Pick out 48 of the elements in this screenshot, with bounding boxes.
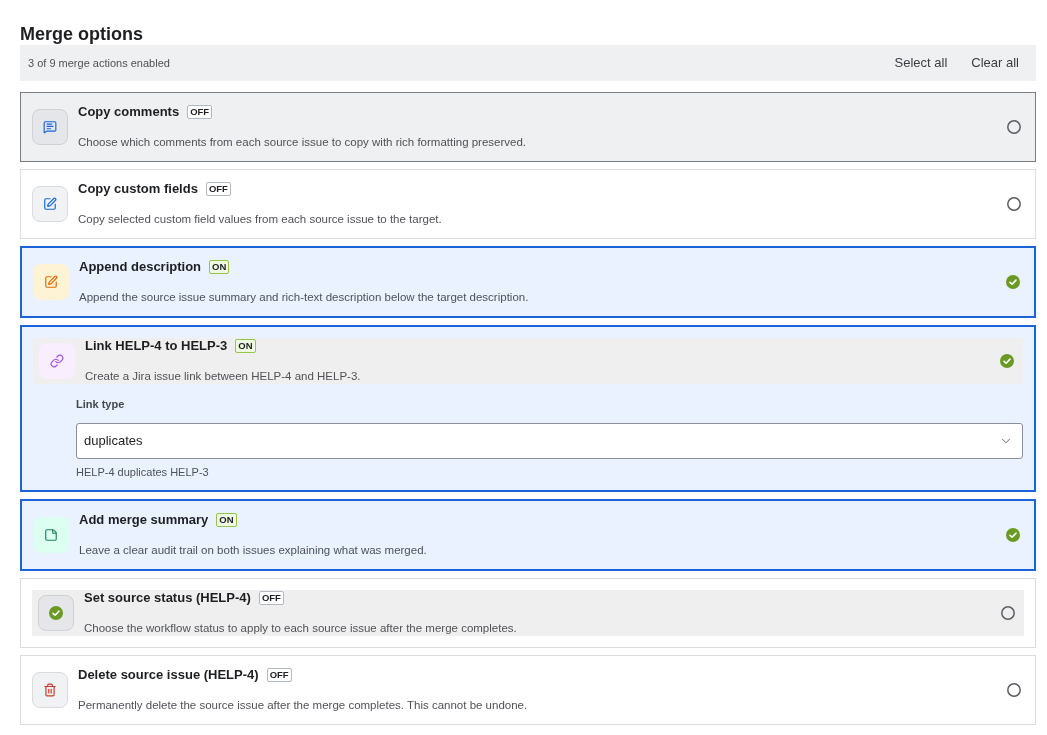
option-title: Copy custom fields	[78, 181, 198, 196]
option-card[interactable]: Copy custom fields OFF Copy selected custom field values from each source issue to the target.	[20, 169, 1036, 239]
status-badge: ON	[235, 338, 256, 353]
status-badge: OFF	[266, 667, 292, 682]
option-card[interactable]: Copy comments OFF Choose which comments from each source issue to copy with rich formatting preserved.	[20, 92, 1036, 162]
field-label: Link type	[76, 397, 126, 411]
link-icon	[39, 343, 75, 379]
option-title: Link HELP-4 to HELP-3	[85, 338, 228, 353]
option-title: Delete source issue (HELP-4)	[78, 667, 259, 682]
option-title: Set source status (HELP-4)	[84, 590, 251, 605]
option-description: Copy selected custom field values from each source issue to the target.	[78, 212, 443, 227]
status-badge: OFF	[258, 590, 284, 605]
option-card[interactable]: Set source status (HELP-4) OFF Choose the workflow status to apply to each source issue after the merge completes.	[20, 578, 1036, 648]
pencil-square-icon	[32, 186, 68, 222]
option-description: Create a Jira issue link between HELP-4 and HELP-3.	[85, 369, 362, 384]
radio-icon[interactable]	[1007, 197, 1021, 211]
status-badge: OFF	[205, 181, 231, 196]
option-card[interactable]: Delete source issue (HELP-4) OFF Permanently delete the source issue after the merge completes. This cannot be undone.	[20, 655, 1036, 725]
pencil-square-icon	[33, 264, 69, 300]
page-title: Merge options	[20, 23, 144, 45]
option-card[interactable]: Append description ON Append the source issue summary and rich-text description below the target description.	[20, 246, 1036, 318]
option-description: Choose the workflow status to apply to each source issue after the merge completes.	[84, 621, 518, 636]
radio-icon[interactable]	[1001, 606, 1015, 620]
check-circle-icon[interactable]	[1000, 354, 1014, 368]
check-circle-icon[interactable]	[1006, 275, 1020, 289]
helper-text: HELP-4 duplicates HELP-3	[76, 465, 210, 479]
note-icon	[33, 517, 69, 553]
option-description: Choose which comments from each source issue to copy with rich formatting preserved.	[78, 135, 528, 150]
option-description: Permanently delete the source issue after the merge completes. This cannot be undone.	[78, 698, 529, 713]
option-description: Leave a clear audit trail on both issues explaining what was merged.	[79, 543, 428, 558]
summary-text: 3 of 9 merge actions enabled	[28, 55, 170, 71]
option-card[interactable]: Add merge summary ON Leave a clear audit trail on both issues explaining what was merged.	[20, 499, 1036, 571]
link-type-select[interactable]: duplicates	[76, 423, 1023, 459]
text-button[interactable]: Clear all	[963, 51, 1027, 75]
option-title: Add merge summary	[79, 512, 209, 527]
check-circle-icon[interactable]	[1006, 528, 1020, 542]
status-badge: ON	[209, 259, 230, 274]
radio-icon[interactable]	[1007, 120, 1021, 134]
option-title: Copy comments	[78, 104, 180, 119]
option-description: Append the source issue summary and rich-text description below the target description.	[79, 290, 530, 305]
option-card[interactable]: Link HELP-4 to HELP-3 ON Create a Jira issue link between HELP-4 and HELP-3. Link type duplicates HELP-4 duplicates HELP-3	[20, 325, 1036, 492]
status-badge: ON	[216, 512, 237, 527]
radio-icon[interactable]	[1007, 683, 1021, 697]
option-title: Append description	[79, 259, 202, 274]
trash-icon	[32, 672, 68, 708]
status-badge: OFF	[187, 104, 213, 119]
message-icon	[32, 109, 68, 145]
text-button[interactable]: Select all	[886, 51, 956, 75]
